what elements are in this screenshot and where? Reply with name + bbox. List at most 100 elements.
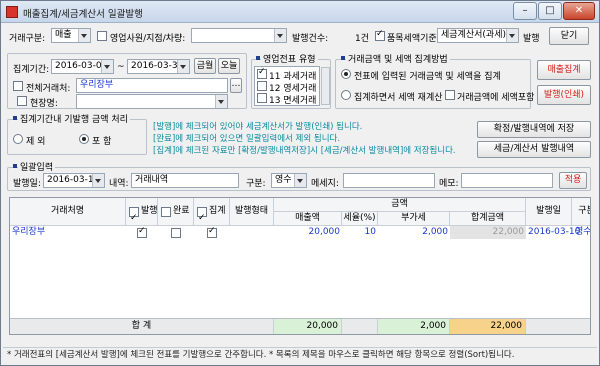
item-tax-label: 품목세액기준: [387, 34, 437, 44]
include-tax-label: 거래금액에 세액포함: [457, 93, 535, 103]
summary-all-checkbox[interactable]: [197, 205, 207, 231]
trade-type-select[interactable]: 매출: [51, 28, 91, 43]
col-header-tax-rate[interactable]: 세율(%): [342, 212, 378, 226]
voucher-12-checkbox[interactable]: [257, 81, 267, 91]
issue-count-value: 1건: [355, 34, 370, 44]
window-title: 매출집계/세금계산서 일괄발행: [23, 9, 143, 20]
exclude-radio[interactable]: [13, 134, 23, 144]
maximize-button[interactable]: □: [538, 2, 562, 20]
issue-label: 발행: [523, 34, 540, 44]
tax-method-option-1: 전표에 입력된 거래금액 및 세액을 집계: [354, 72, 501, 82]
col-header-summary[interactable]: 집계: [194, 198, 230, 231]
sales-summary-button[interactable]: 매출집계: [537, 60, 591, 80]
memo-label: 메모:: [439, 179, 459, 189]
cell-kind[interactable]: 영수: [575, 226, 590, 239]
chevron-down-icon: [104, 65, 110, 69]
period-label: 집계기간:: [13, 65, 50, 75]
include-radio[interactable]: [79, 134, 89, 144]
voucher-type-title: 영업전표 유형: [261, 52, 318, 65]
col-header-done[interactable]: 완료: [158, 198, 194, 226]
issue-all-checkbox[interactable]: [129, 205, 139, 231]
chevron-down-icon: [277, 34, 283, 38]
main-window: 매출집계/세금계산서 일괄발행 – □ ✕ 거래구분: 매출 영업사원/지점/차…: [0, 0, 600, 366]
today-button[interactable]: 오늘: [218, 58, 240, 74]
chevron-down-icon: [297, 179, 303, 183]
footer-vat: 2,000: [378, 319, 450, 334]
tax-method-option-2: 집계하면서 세액 재계산: [354, 93, 443, 103]
this-month-button[interactable]: 금월: [194, 58, 216, 74]
range-tilde: ~: [117, 62, 125, 72]
cell-vat[interactable]: 2,000: [378, 226, 448, 239]
minimize-button[interactable]: –: [513, 2, 537, 20]
trade-type-label: 거래구분:: [9, 34, 46, 44]
col-header-issue-date[interactable]: 발행일: [526, 198, 572, 226]
date-to-field[interactable]: 2016-03-31: [127, 59, 190, 74]
chevron-down-icon: [95, 179, 101, 183]
site-label: 현장명:: [30, 99, 58, 109]
message-field[interactable]: [343, 173, 435, 188]
cell-issue-date[interactable]: 2016-03-10: [528, 226, 580, 239]
type-label: 구분:: [246, 179, 266, 189]
data-grid: 거래처명 발행 완료 집계 발행형태 금액 매출액 세율(%) 부가세 합계금액…: [9, 197, 591, 335]
chevron-down-icon: [218, 100, 224, 104]
memo-field[interactable]: [461, 173, 553, 188]
cell-client[interactable]: 우리장부: [12, 226, 45, 239]
voucher-11-checkbox[interactable]: [257, 67, 267, 79]
tax-method-title: 거래금액 및 세액 집계방법: [346, 52, 450, 65]
chevron-down-icon: [180, 65, 186, 69]
info-line-3: [집계]에 체크된 자료만 [확정/발행내역저장]시 [세금/계산서 발행내역]…: [153, 146, 456, 156]
cell-sales[interactable]: 20,000: [274, 226, 341, 239]
site-select[interactable]: [76, 94, 228, 109]
footer-total-label: 합 계: [10, 319, 274, 334]
type-select[interactable]: 영수: [271, 173, 307, 188]
col-header-issue[interactable]: 발행: [126, 198, 158, 231]
bullet-icon: [13, 164, 17, 168]
doc-type-select[interactable]: 세금계산서(과세): [437, 28, 519, 43]
col-header-kind[interactable]: 구분: [572, 198, 590, 226]
done-all-checkbox[interactable]: [161, 207, 171, 217]
bullet-icon: [13, 116, 17, 120]
row-issue-checkbox[interactable]: [137, 226, 147, 238]
item-tax-checkbox[interactable]: [375, 29, 385, 41]
confirm-save-button[interactable]: 확정/발행내역에 저장: [477, 121, 591, 138]
all-clients-checkbox[interactable]: [13, 81, 23, 91]
cell-tax-rate[interactable]: 10: [342, 226, 376, 239]
row-summary-checkbox[interactable]: [207, 226, 217, 238]
issue-date-field[interactable]: 2016-03-10: [43, 173, 105, 188]
tax-method-radio-1[interactable]: [341, 69, 351, 79]
col-header-vat[interactable]: 부가세: [378, 212, 450, 226]
desc-label: 내역:: [109, 179, 129, 189]
include-tax-checkbox[interactable]: [445, 90, 455, 100]
issue-print-button[interactable]: 발행(인쇄): [537, 85, 591, 105]
desc-field[interactable]: 거래내역: [131, 173, 239, 188]
bullet-icon: [341, 56, 345, 60]
issue-count-label: 발행건수:: [292, 34, 329, 44]
apply-button[interactable]: 적용: [559, 172, 587, 189]
info-line-2: [완료]에 체크되어 있으면 일괄입력에서 제외 됩니다.: [153, 134, 341, 144]
date-from-field[interactable]: 2016-03-01: [51, 59, 114, 74]
row-done-checkbox[interactable]: [171, 228, 181, 238]
site-checkbox[interactable]: [17, 96, 27, 106]
client-field[interactable]: 우리장부: [76, 78, 228, 93]
tax-method-radio-2[interactable]: [341, 90, 351, 100]
bullet-icon: [256, 56, 260, 60]
title-bar: 매출집계/세금계산서 일괄발행 – □ ✕: [1, 1, 599, 23]
sales-staff-select[interactable]: [191, 28, 287, 43]
col-header-summary-label: 집계: [209, 206, 226, 216]
col-header-sales[interactable]: 매출액: [274, 212, 342, 226]
voucher-scrollbar[interactable]: [321, 67, 330, 105]
issue-history-button[interactable]: 세금/계산서 발행내역: [477, 141, 591, 158]
close-window-button[interactable]: ✕: [563, 2, 595, 20]
voucher-13-checkbox[interactable]: [257, 93, 267, 103]
client-search-button[interactable]: …: [230, 78, 242, 93]
close-button[interactable]: 닫기: [549, 27, 589, 45]
col-header-amount-group: 금액: [274, 198, 526, 212]
chevron-down-icon: [509, 34, 515, 38]
col-header-issue-form[interactable]: 발행형태: [230, 198, 274, 226]
cell-total[interactable]: 22,000: [450, 226, 526, 239]
sales-staff-checkbox[interactable]: [97, 31, 107, 41]
col-header-done-label: 완료: [173, 206, 190, 216]
footer-total: 22,000: [450, 319, 526, 334]
col-header-total[interactable]: 합계금액: [450, 212, 526, 226]
col-header-client[interactable]: 거래처명: [10, 198, 126, 226]
